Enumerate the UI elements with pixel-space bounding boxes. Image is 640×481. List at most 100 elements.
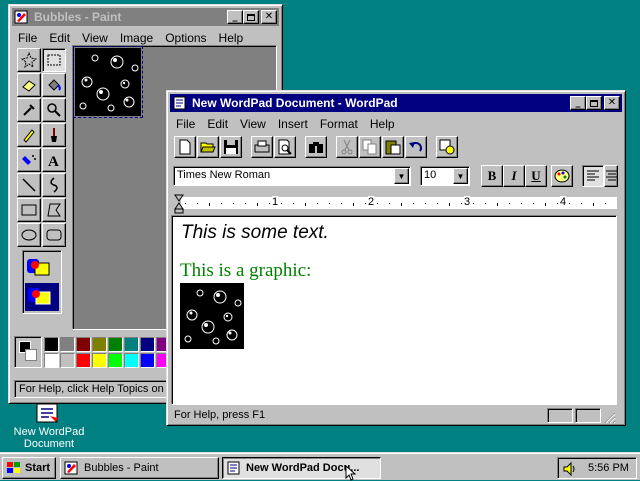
print-button[interactable] xyxy=(251,136,273,158)
background-color[interactable] xyxy=(25,349,37,361)
brush-tool[interactable] xyxy=(42,123,66,147)
align-center-button[interactable] xyxy=(604,165,618,187)
menu-edit[interactable]: Edit xyxy=(43,31,76,45)
undo-button[interactable] xyxy=(405,136,427,158)
polygon-tool[interactable] xyxy=(42,198,66,222)
minimize-button[interactable]: _ xyxy=(570,96,586,110)
menu-view[interactable]: View xyxy=(234,117,272,131)
find-button[interactable] xyxy=(305,136,327,158)
menu-options[interactable]: Options xyxy=(159,31,212,45)
ruler-tick xyxy=(257,203,258,206)
ruler-number: 4 xyxy=(560,196,567,208)
taskbar-wordpad[interactable]: New WordPad Docu... xyxy=(222,457,381,479)
palette-swatch[interactable] xyxy=(92,337,107,352)
font-size-combo[interactable]: 10 ▼ xyxy=(420,166,470,186)
fill-bucket-icon xyxy=(48,79,61,91)
palette-swatch[interactable] xyxy=(140,353,155,368)
taskbar-paint[interactable]: Bubbles - Paint xyxy=(60,457,219,479)
maximize-button[interactable] xyxy=(243,10,259,24)
font-name-dropdown-button[interactable]: ▼ xyxy=(394,168,409,184)
menu-edit[interactable]: Edit xyxy=(201,117,234,131)
text-tool[interactable]: A xyxy=(42,148,66,172)
palette-swatch[interactable] xyxy=(76,353,91,368)
maximize-button[interactable] xyxy=(586,96,602,110)
rect-select-tool[interactable] xyxy=(42,48,66,72)
opaque-option[interactable] xyxy=(25,283,59,311)
menu-insert[interactable]: Insert xyxy=(272,117,314,131)
menu-file[interactable]: File xyxy=(12,31,43,45)
palette-swatch[interactable] xyxy=(92,353,107,368)
bold-icon: B xyxy=(487,168,497,183)
transparent-option[interactable] xyxy=(25,255,57,281)
indent-box-marker[interactable] xyxy=(174,208,184,214)
bubbles-image[interactable] xyxy=(73,46,143,118)
document-area[interactable]: This is some text. This is a graphic: xyxy=(171,215,617,405)
rounded-rectangle-icon xyxy=(46,229,62,241)
close-icon: ✕ xyxy=(607,97,617,108)
rounded-rectangle-tool[interactable] xyxy=(42,223,66,247)
palette-swatch[interactable] xyxy=(60,337,75,352)
eraser-tool[interactable] xyxy=(17,73,41,97)
close-button[interactable]: ✕ xyxy=(604,96,620,110)
color-picker-tool[interactable] xyxy=(17,98,41,122)
palette-swatch[interactable] xyxy=(60,353,75,368)
print-preview-button[interactable] xyxy=(274,136,296,158)
start-button[interactable]: Start xyxy=(2,457,56,479)
ruler-tick xyxy=(461,203,462,204)
cut-button[interactable] xyxy=(336,136,358,158)
minimize-icon: _ xyxy=(232,11,238,22)
palette-swatch[interactable] xyxy=(124,337,139,352)
palette-swatch[interactable] xyxy=(108,353,123,368)
pencil-tool[interactable] xyxy=(17,123,41,147)
palette-swatch[interactable] xyxy=(44,353,59,368)
ruler-tick xyxy=(209,203,210,206)
fill-tool[interactable] xyxy=(42,73,66,97)
rectangle-tool[interactable] xyxy=(17,198,41,222)
ellipse-tool[interactable] xyxy=(17,223,41,247)
menu-help[interactable]: Help xyxy=(364,117,401,131)
new-button[interactable] xyxy=(174,136,196,158)
magnifier-tool[interactable] xyxy=(42,98,66,122)
ruler-tick xyxy=(317,203,318,204)
embedded-bubbles-graphic[interactable] xyxy=(180,283,244,349)
wordpad-titlebar[interactable]: New WordPad Document - WordPad _ ✕ xyxy=(170,94,622,112)
paste-button[interactable] xyxy=(382,136,404,158)
menu-help[interactable]: Help xyxy=(213,31,250,45)
free-select-tool[interactable] xyxy=(17,48,41,72)
resize-grip-icon[interactable] xyxy=(604,412,616,424)
menu-view[interactable]: View xyxy=(76,31,114,45)
ruler[interactable]: 1 2 3 4 xyxy=(171,194,617,214)
palette-swatch[interactable] xyxy=(140,337,155,352)
paint-titlebar[interactable]: Bubbles - Paint _ ✕ xyxy=(12,8,279,26)
color-button[interactable] xyxy=(551,165,573,187)
palette-swatch[interactable] xyxy=(108,337,123,352)
align-left-button[interactable] xyxy=(582,165,604,187)
menu-file[interactable]: File xyxy=(170,117,201,131)
taskbar-wordpad-label: New WordPad Docu... xyxy=(246,462,360,474)
menu-image[interactable]: Image xyxy=(114,31,159,45)
minimize-button[interactable]: _ xyxy=(227,10,243,24)
speaker-icon[interactable] xyxy=(562,461,578,477)
copy-button[interactable] xyxy=(359,136,381,158)
curve-tool[interactable] xyxy=(42,173,66,197)
bold-button[interactable]: B xyxy=(481,165,503,187)
line-tool[interactable] xyxy=(17,173,41,197)
clock[interactable]: 5:56 PM xyxy=(588,462,629,474)
underline-button[interactable]: U xyxy=(525,165,547,187)
palette-swatch[interactable] xyxy=(76,337,91,352)
palette-swatch[interactable] xyxy=(124,353,139,368)
system-tray: 5:56 PM xyxy=(557,457,637,479)
font-size-dropdown-button[interactable]: ▼ xyxy=(453,168,468,184)
print-preview-icon xyxy=(278,139,292,155)
taskbar: Start Bubbles - Paint New WordPad Docu..… xyxy=(0,452,640,481)
open-button[interactable] xyxy=(197,136,219,158)
airbrush-tool[interactable] xyxy=(17,148,41,172)
palette-swatch[interactable] xyxy=(44,337,59,352)
date-time-button[interactable] xyxy=(436,136,458,158)
close-button[interactable]: ✕ xyxy=(261,10,277,24)
ruler-tick xyxy=(437,203,438,204)
font-name-combo[interactable]: Times New Roman ▼ xyxy=(173,166,411,186)
menu-format[interactable]: Format xyxy=(314,117,364,131)
italic-button[interactable]: I xyxy=(503,165,525,187)
save-button[interactable] xyxy=(220,136,242,158)
